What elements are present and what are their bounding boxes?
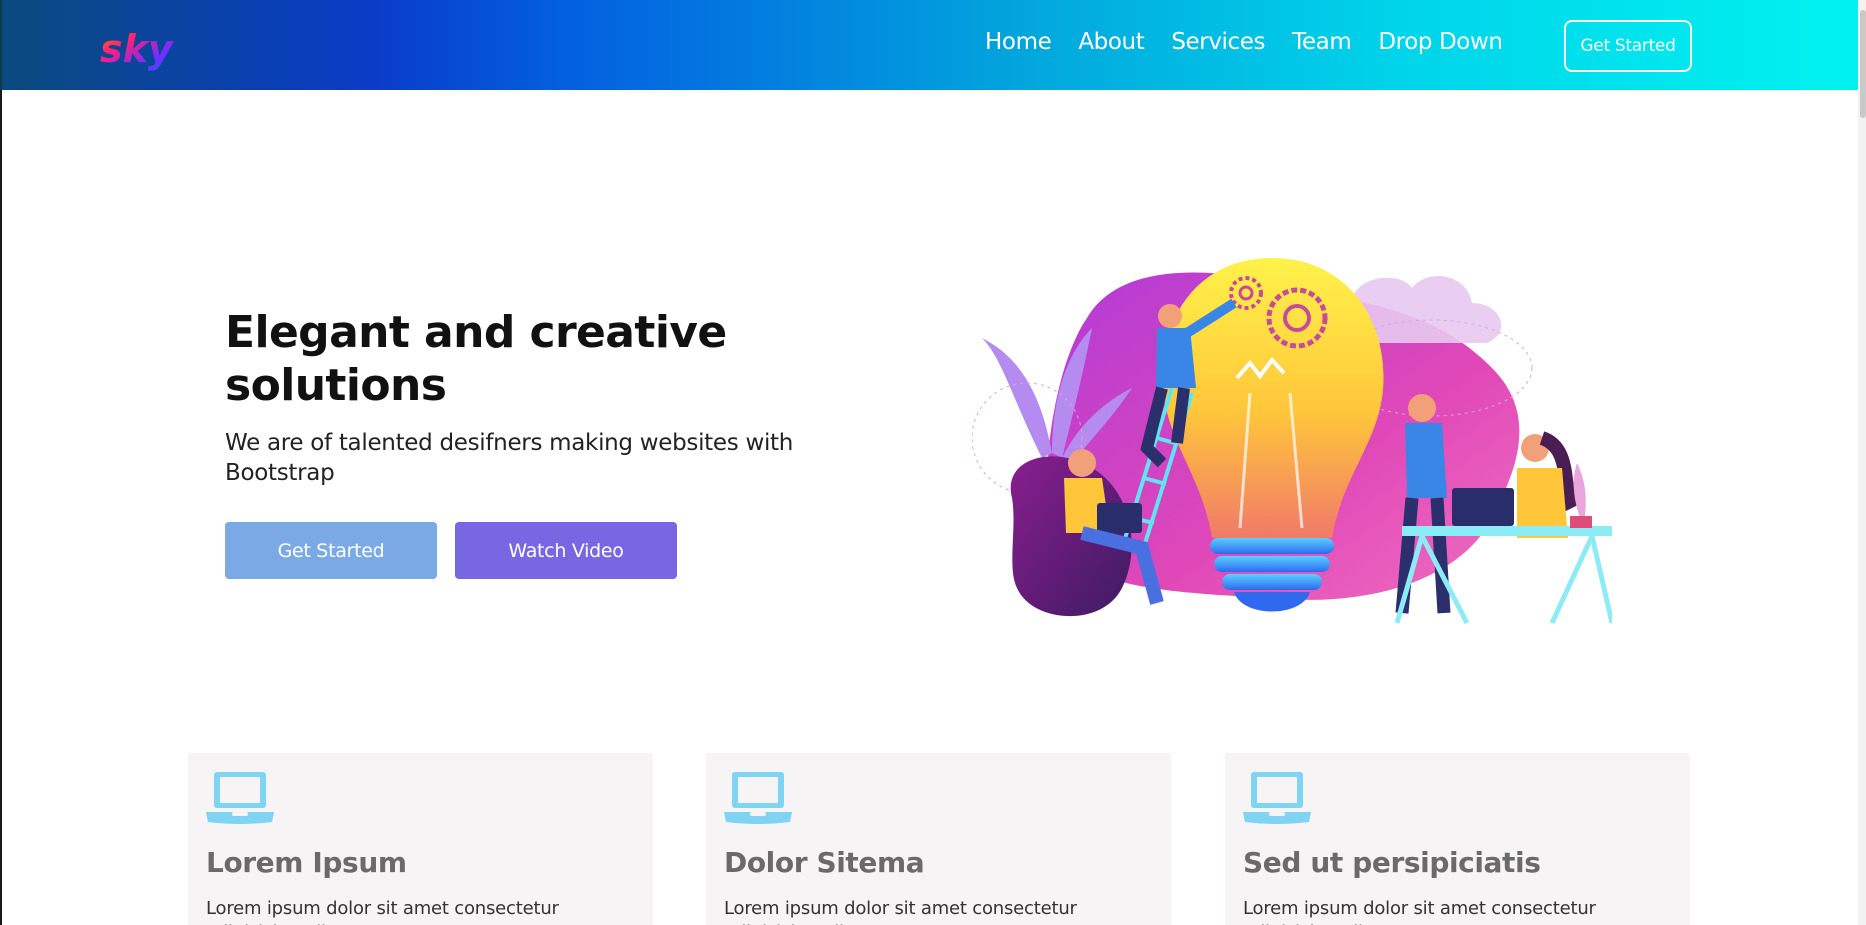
nav-dropdown[interactable]: Drop Down — [1378, 29, 1503, 55]
laptop-icon — [1243, 772, 1311, 824]
laptop-icon — [206, 772, 274, 824]
card-title: Lorem Ipsum — [206, 846, 407, 879]
page-frame-edge — [0, 90, 2, 925]
sky-logo[interactable]: sky — [100, 24, 182, 76]
feature-card: Sed ut persipiciatis Lorem ipsum dolor s… — [1225, 753, 1690, 925]
nav-team[interactable]: Team — [1292, 29, 1352, 55]
feature-card: Lorem Ipsum Lorem ipsum dolor sit amet c… — [188, 753, 653, 925]
card-text: Lorem ipsum dolor sit amet consectetur a… — [1243, 898, 1596, 925]
scrollbar[interactable] — [1858, 0, 1866, 925]
hero-illustration — [972, 258, 1612, 625]
nav-services[interactable]: Services — [1171, 29, 1265, 55]
hero-get-started-button[interactable]: Get Started — [225, 522, 437, 579]
main-nav: Home About Services Team Drop Down — [985, 22, 1530, 62]
scrollbar-thumb[interactable] — [1860, 10, 1866, 118]
nav-about[interactable]: About — [1078, 29, 1144, 55]
card-text: Lorem ipsum dolor sit amet consectetur a… — [206, 898, 559, 925]
site-header: sky Home About Services Team Drop Down G… — [0, 0, 1866, 90]
nav-home[interactable]: Home — [985, 29, 1052, 55]
header-get-started-button[interactable]: Get Started — [1564, 20, 1692, 72]
hero-title: Elegant and creative solutions — [225, 307, 727, 411]
card-title: Dolor Sitema — [724, 846, 925, 879]
feature-card: Dolor Sitema Lorem ipsum dolor sit amet … — [706, 753, 1171, 925]
hero-subtitle: We are of talented desifners making webs… — [225, 430, 794, 486]
watch-video-button[interactable]: Watch Video — [455, 522, 677, 579]
card-text: Lorem ipsum dolor sit amet consectetur a… — [724, 898, 1077, 925]
laptop-icon — [724, 772, 792, 824]
svg-text:sky: sky — [100, 27, 175, 71]
card-title: Sed ut persipiciatis — [1243, 846, 1541, 879]
